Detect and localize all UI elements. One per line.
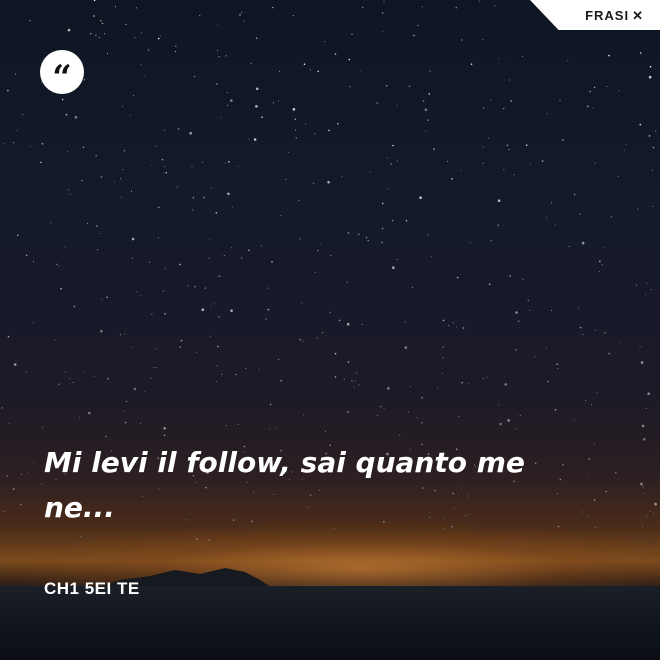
- frasi-logo[interactable]: FRASI ✕: [585, 8, 644, 24]
- brand-name: FRASI: [585, 8, 630, 23]
- quote-card: FRASI ✕ “ Mi levi il follow, sai quanto m…: [0, 0, 660, 660]
- quote-icon: “: [52, 58, 72, 98]
- quote-author: CH1 5EI TE: [44, 579, 140, 598]
- quote-badge: “: [40, 50, 84, 98]
- frasi-logo-icon: ✕: [632, 8, 644, 23]
- quote-text: Mi levi il follow, sai quanto me ne...: [44, 446, 525, 524]
